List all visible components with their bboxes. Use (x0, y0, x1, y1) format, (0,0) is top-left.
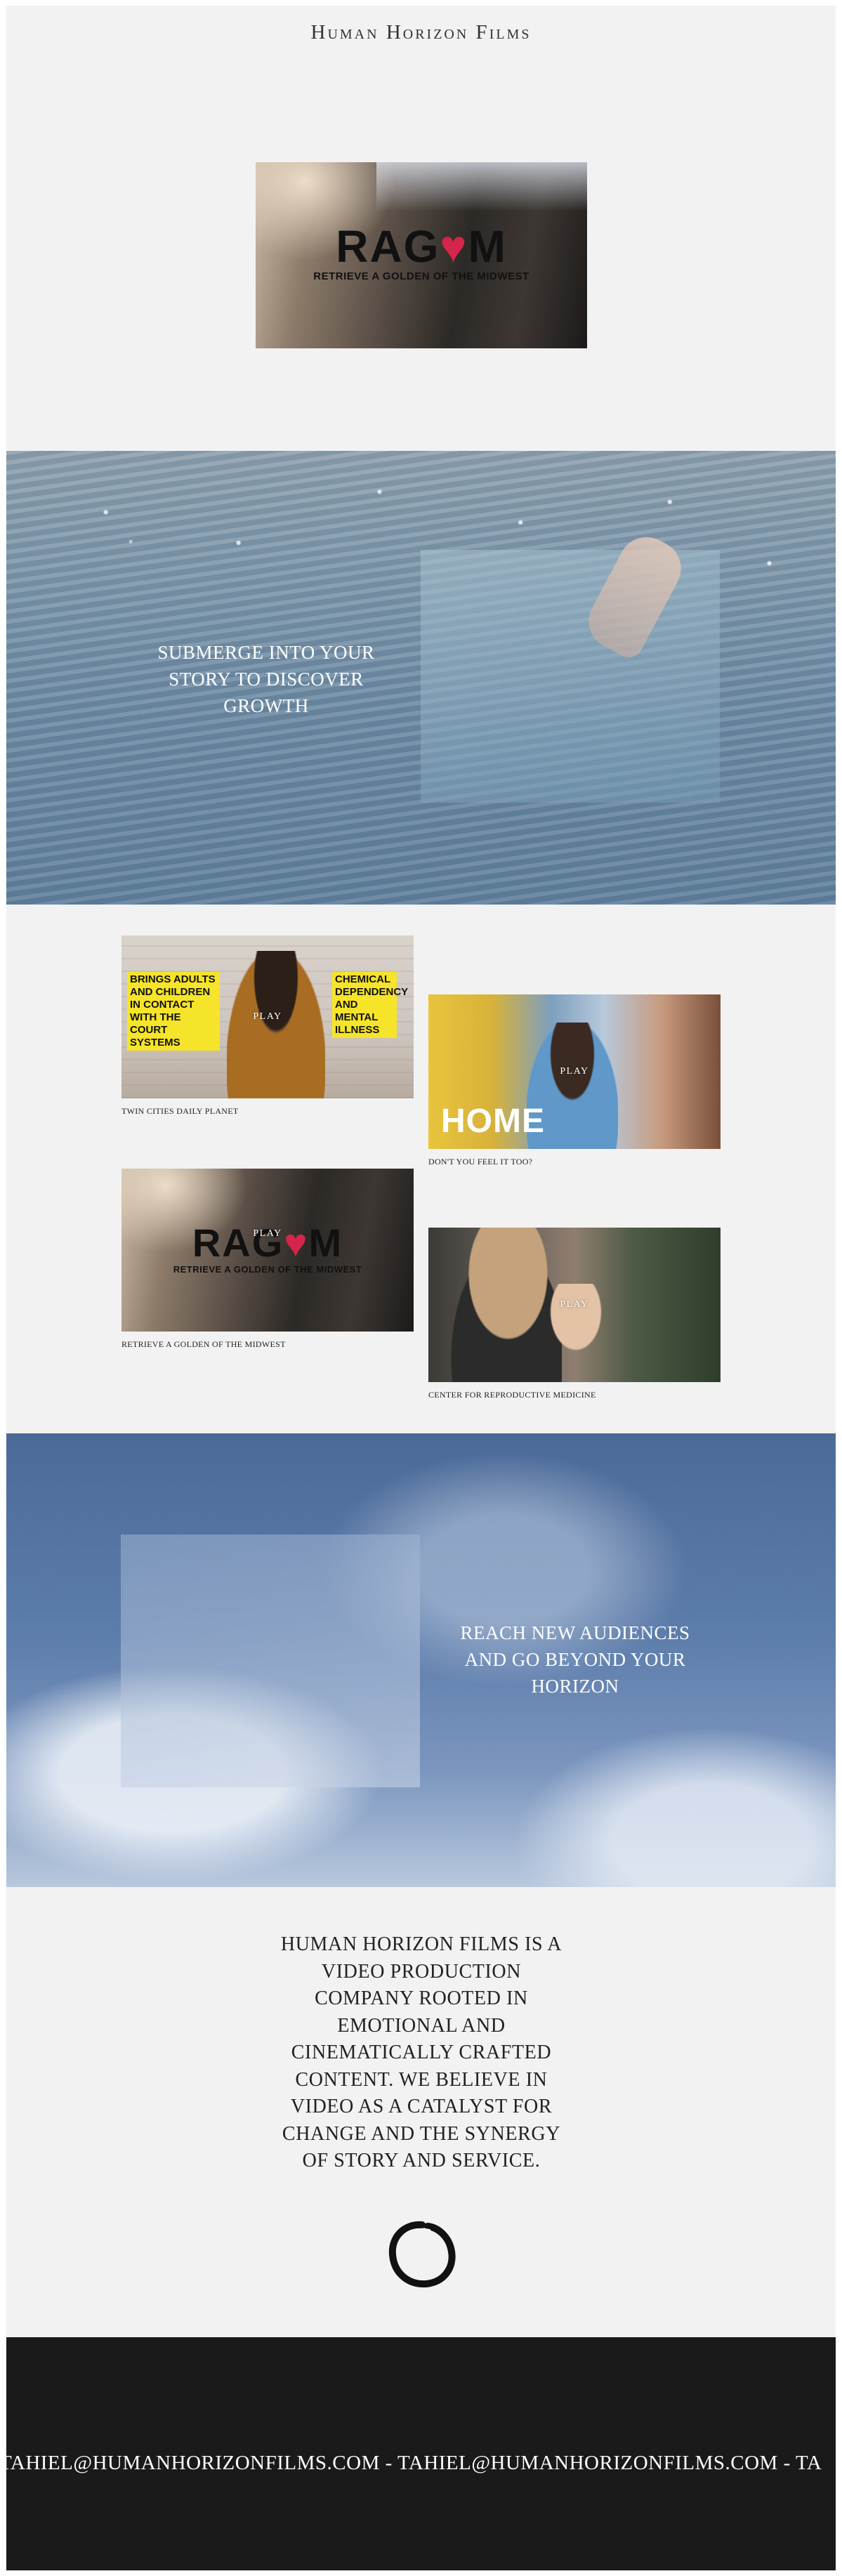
enso-circle-icon (388, 2221, 456, 2288)
video-title[interactable]: TWIN CITIES DAILY PLANET (121, 1106, 414, 1117)
baby-image (548, 1284, 604, 1354)
ragom-logo-subtitle: RETRIEVE A GOLDEN OF THE MIDWEST (173, 1264, 362, 1275)
heart-dog-icon: ♥ (284, 1221, 309, 1265)
water-overlay-box (421, 550, 720, 803)
video-title[interactable]: CENTER FOR REPRODUCTIVE MEDICINE (428, 1390, 721, 1400)
home-overlay-text: HOME (441, 1103, 545, 1140)
play-button[interactable]: PLAY (560, 1066, 588, 1077)
site-title[interactable]: Human Horizon Films (6, 21, 836, 44)
overlay-caption-left: BRINGS ADULTS AND CHILDREN IN CONTACT WI… (127, 972, 220, 1051)
about-text: HUMAN HORIZON FILMS IS A VIDEO PRODUCTIO… (280, 1933, 563, 2171)
play-button[interactable]: PLAY (253, 1011, 282, 1023)
hero-window-light (376, 162, 587, 211)
contact-email-marquee[interactable]: TAHIEL@HUMANHORIZONFILMS.COM - TAHIEL@HU… (6, 2452, 822, 2475)
page: Human Horizon Films RAG♥M RETRIEVE A GOL… (6, 6, 836, 2570)
video-card-crm[interactable]: PLAY CENTER FOR REPRODUCTIVE MEDICINE (428, 1228, 721, 1400)
overlay-caption-right: CHEMICAL DEPENDENCY AND MENTAL ILLNESS (332, 972, 408, 1038)
ragom-logo-subtitle: RETRIEVE A GOLDEN OF THE MIDWEST (313, 270, 529, 282)
sky-caption: REACH NEW AUDIENCES AND GO BEYOND YOUR H… (460, 1622, 690, 1697)
video-card-home[interactable]: HOME PLAY DON'T YOU FEEL IT TOO? (428, 994, 721, 1167)
water-caption: SUBMERGE INTO YOUR STORY TO DISCOVER GRO… (157, 642, 375, 716)
play-button[interactable]: PLAY (560, 1299, 588, 1310)
ragom-logo-word: RAG♥M (336, 221, 507, 272)
video-thumbnail[interactable]: PLAY (428, 1228, 721, 1382)
video-card-twin-cities[interactable]: BRINGS ADULTS AND CHILDREN IN CONTACT WI… (121, 935, 414, 1117)
ragom-logo: RAG♥M RETRIEVE A GOLDEN OF THE MIDWEST (256, 224, 587, 282)
video-title[interactable]: DON'T YOU FEEL IT TOO? (428, 1157, 721, 1167)
speaker-image (227, 951, 325, 1098)
water-banner: SUBMERGE INTO YOUR STORY TO DISCOVER GRO… (6, 451, 836, 905)
mother-image (442, 1228, 562, 1382)
video-thumbnail[interactable]: BRINGS ADULTS AND CHILDREN IN CONTACT WI… (121, 935, 414, 1098)
heart-dog-icon: ♥ (440, 221, 468, 272)
video-card-ragom[interactable]: RAG♥M RETRIEVE A GOLDEN OF THE MIDWEST P… (121, 1169, 414, 1350)
video-title[interactable]: RETRIEVE A GOLDEN OF THE MIDWEST (121, 1339, 414, 1350)
footer: TAHIEL@HUMANHORIZONFILMS.COM - TAHIEL@HU… (6, 2337, 836, 2570)
hero-video-thumbnail[interactable]: RAG♥M RETRIEVE A GOLDEN OF THE MIDWEST (256, 162, 587, 348)
sky-overlay-box (121, 1535, 420, 1787)
video-thumbnail[interactable]: RAG♥M RETRIEVE A GOLDEN OF THE MIDWEST P… (121, 1169, 414, 1332)
sky-banner: REACH NEW AUDIENCES AND GO BEYOND YOUR H… (6, 1433, 836, 1887)
play-button[interactable]: PLAY (253, 1228, 282, 1240)
video-thumbnail[interactable]: HOME PLAY (428, 994, 721, 1149)
